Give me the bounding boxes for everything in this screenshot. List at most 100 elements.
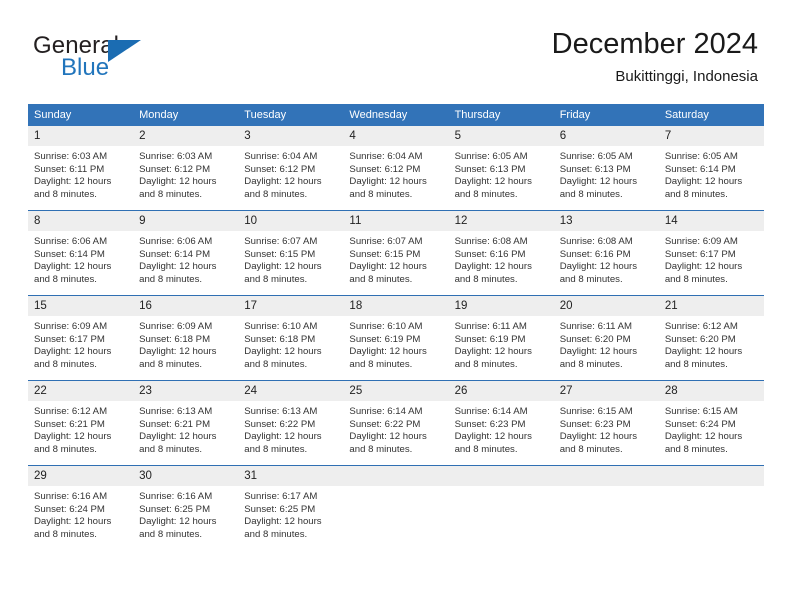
weekday-header-thursday: Thursday bbox=[448, 104, 554, 126]
sunset-text: Sunset: 6:20 PM bbox=[559, 333, 631, 345]
daylight-text-line1: Daylight: 12 hours bbox=[244, 431, 322, 443]
day-details: Sunrise: 6:09 AM Sunset: 6:17 PM Daylight:… bbox=[28, 316, 133, 371]
page-header: General Blue December 2024 Bukittinggi, … bbox=[0, 26, 792, 100]
daylight-text-line2: and 8 minutes. bbox=[34, 273, 97, 285]
day-cell[interactable]: 20 Sunrise: 6:11 AM Sunset: 6:20 PM Dayligh… bbox=[553, 295, 659, 381]
daylight-text-line1: Daylight: 12 hours bbox=[34, 431, 112, 443]
day-cell[interactable]: 23 Sunrise: 6:13 AM Sunset: 6:21 PM Dayligh… bbox=[133, 380, 239, 466]
day-cell[interactable]: 14 Sunrise: 6:09 AM Sunset: 6:17 PM Dayligh… bbox=[658, 210, 764, 296]
day-details: Sunrise: 6:10 AM Sunset: 6:18 PM Daylight:… bbox=[238, 316, 343, 371]
day-cell[interactable]: 30 Sunrise: 6:16 AM Sunset: 6:25 PM Dayligh… bbox=[133, 465, 239, 550]
day-cell[interactable]: 11 Sunrise: 6:07 AM Sunset: 6:15 PM Dayligh… bbox=[343, 210, 449, 296]
daylight-text-line1: Daylight: 12 hours bbox=[139, 261, 217, 273]
day-cell[interactable]: 29 Sunrise: 6:16 AM Sunset: 6:24 PM Dayligh… bbox=[28, 465, 134, 550]
brand-logo[interactable]: General Blue bbox=[33, 32, 223, 94]
daylight-text-line2: and 8 minutes. bbox=[139, 528, 203, 540]
sunrise-text: Sunrise: 6:05 AM bbox=[454, 151, 528, 162]
day-cell[interactable]: 9 Sunrise: 6:06 AM Sunset: 6:14 PM Daylight… bbox=[133, 210, 239, 296]
day-cell[interactable]: 1 Sunrise: 6:03 AM Sunset: 6:11 PM Daylight… bbox=[28, 126, 134, 211]
day-cell[interactable]: 10 Sunrise: 6:07 AM Sunset: 6:15 PM Dayligh… bbox=[238, 210, 344, 296]
day-details: Sunrise: 6:11 AM Sunset: 6:19 PM Daylight:… bbox=[449, 316, 554, 371]
day-number bbox=[343, 466, 449, 486]
day-cell[interactable]: 8 Sunrise: 6:06 AM Sunset: 6:14 PM Daylight… bbox=[28, 210, 134, 296]
sunset-text: Sunset: 6:19 PM bbox=[454, 333, 526, 345]
day-cell[interactable]: 25 Sunrise: 6:14 AM Sunset: 6:22 PM Dayligh… bbox=[343, 380, 449, 466]
day-number: 13 bbox=[553, 211, 659, 231]
day-details: Sunrise: 6:16 AM Sunset: 6:25 PM Daylight:… bbox=[133, 486, 238, 541]
day-cell[interactable]: 19 Sunrise: 6:11 AM Sunset: 6:19 PM Dayligh… bbox=[448, 295, 554, 381]
day-cell[interactable]: 5 Sunrise: 6:05 AM Sunset: 6:13 PM Daylight… bbox=[448, 126, 554, 211]
sunrise-text: Sunrise: 6:08 AM bbox=[454, 236, 528, 247]
day-details: Sunrise: 6:04 AM Sunset: 6:12 PM Daylight:… bbox=[238, 146, 343, 201]
sunset-text: Sunset: 6:16 PM bbox=[559, 248, 631, 260]
day-cell[interactable]: 2 Sunrise: 6:03 AM Sunset: 6:12 PM Daylight… bbox=[133, 126, 239, 211]
day-number bbox=[553, 466, 659, 486]
daylight-text-line1: Daylight: 12 hours bbox=[34, 176, 112, 188]
daylight-text-line1: Daylight: 12 hours bbox=[454, 431, 532, 443]
sunset-text: Sunset: 6:25 PM bbox=[244, 503, 316, 515]
day-details: Sunrise: 6:06 AM Sunset: 6:14 PM Daylight:… bbox=[28, 231, 133, 286]
day-details: Sunrise: 6:11 AM Sunset: 6:20 PM Daylight:… bbox=[554, 316, 659, 371]
weekday-header-wednesday: Wednesday bbox=[343, 104, 449, 126]
day-cell[interactable]: 26 Sunrise: 6:14 AM Sunset: 6:23 PM Dayligh… bbox=[448, 380, 554, 466]
day-number: 11 bbox=[343, 211, 449, 231]
day-cell[interactable]: 28 Sunrise: 6:15 AM Sunset: 6:24 PM Dayligh… bbox=[658, 380, 764, 466]
sunset-text: Sunset: 6:15 PM bbox=[349, 248, 421, 260]
day-number: 31 bbox=[238, 466, 344, 486]
day-number: 18 bbox=[343, 296, 449, 316]
day-cell[interactable]: 4 Sunrise: 6:04 AM Sunset: 6:12 PM Daylight… bbox=[343, 126, 449, 211]
day-number: 6 bbox=[553, 126, 659, 146]
day-cell[interactable]: 21 Sunrise: 6:12 AM Sunset: 6:20 PM Dayligh… bbox=[658, 295, 764, 381]
day-cell[interactable]: 16 Sunrise: 6:09 AM Sunset: 6:18 PM Dayligh… bbox=[133, 295, 239, 381]
daylight-text-line1: Daylight: 12 hours bbox=[664, 261, 743, 273]
sunset-text: Sunset: 6:22 PM bbox=[244, 418, 316, 430]
daylight-text-line2: and 8 minutes. bbox=[349, 358, 413, 370]
daylight-text-line1: Daylight: 12 hours bbox=[34, 346, 112, 358]
sunrise-text: Sunrise: 6:09 AM bbox=[34, 321, 108, 332]
sunset-text: Sunset: 6:13 PM bbox=[559, 163, 631, 175]
sunset-text: Sunset: 6:12 PM bbox=[349, 163, 421, 175]
day-cell[interactable]: 31 Sunrise: 6:17 AM Sunset: 6:25 PM Dayligh… bbox=[238, 465, 344, 550]
weekday-header-friday: Friday bbox=[553, 104, 659, 126]
daylight-text-line1: Daylight: 12 hours bbox=[454, 261, 532, 273]
daylight-text-line1: Daylight: 12 hours bbox=[559, 431, 638, 443]
sunrise-text: Sunrise: 6:12 AM bbox=[34, 406, 108, 417]
day-cell[interactable]: 3 Sunrise: 6:04 AM Sunset: 6:12 PM Daylight… bbox=[238, 126, 344, 211]
day-number: 29 bbox=[28, 466, 134, 486]
calendar-week-row: 1 Sunrise: 6:03 AM Sunset: 6:11 PM Daylight… bbox=[28, 126, 764, 211]
page-subtitle: Bukittinggi, Indonesia bbox=[615, 68, 758, 85]
brand-name-blue: Blue bbox=[61, 54, 110, 81]
daylight-text-line2: and 8 minutes. bbox=[454, 443, 518, 455]
day-cell-empty bbox=[658, 465, 764, 550]
day-cell[interactable]: 15 Sunrise: 6:09 AM Sunset: 6:17 PM Dayligh… bbox=[28, 295, 134, 381]
day-cell[interactable]: 6 Sunrise: 6:05 AM Sunset: 6:13 PM Daylight… bbox=[553, 126, 659, 211]
daylight-text-line2: and 8 minutes. bbox=[454, 273, 518, 285]
sunset-text: Sunset: 6:16 PM bbox=[454, 248, 526, 260]
day-details: Sunrise: 6:12 AM Sunset: 6:20 PM Daylight:… bbox=[659, 316, 764, 371]
day-details: Sunrise: 6:13 AM Sunset: 6:21 PM Daylight:… bbox=[133, 401, 238, 456]
day-cell[interactable]: 18 Sunrise: 6:10 AM Sunset: 6:19 PM Dayligh… bbox=[343, 295, 449, 381]
day-cell[interactable]: 13 Sunrise: 6:08 AM Sunset: 6:16 PM Dayligh… bbox=[553, 210, 659, 296]
sunrise-text: Sunrise: 6:14 AM bbox=[454, 406, 528, 417]
day-details: Sunrise: 6:05 AM Sunset: 6:14 PM Daylight:… bbox=[659, 146, 764, 201]
day-cell[interactable]: 27 Sunrise: 6:15 AM Sunset: 6:23 PM Dayligh… bbox=[553, 380, 659, 466]
day-cell[interactable]: 22 Sunrise: 6:12 AM Sunset: 6:21 PM Dayligh… bbox=[28, 380, 134, 466]
sunrise-text: Sunrise: 6:05 AM bbox=[559, 151, 633, 162]
daylight-text-line1: Daylight: 12 hours bbox=[34, 516, 112, 528]
sunrise-text: Sunrise: 6:15 AM bbox=[559, 406, 633, 417]
day-cell[interactable]: 7 Sunrise: 6:05 AM Sunset: 6:14 PM Daylight… bbox=[658, 126, 764, 211]
daylight-text-line1: Daylight: 12 hours bbox=[139, 346, 217, 358]
sunset-text: Sunset: 6:12 PM bbox=[244, 163, 316, 175]
sunset-text: Sunset: 6:18 PM bbox=[139, 333, 211, 345]
sunset-text: Sunset: 6:11 PM bbox=[34, 163, 105, 175]
sunset-text: Sunset: 6:25 PM bbox=[139, 503, 211, 515]
day-cell[interactable]: 17 Sunrise: 6:10 AM Sunset: 6:18 PM Dayligh… bbox=[238, 295, 344, 381]
daylight-text-line1: Daylight: 12 hours bbox=[139, 176, 217, 188]
sunrise-text: Sunrise: 6:03 AM bbox=[139, 151, 213, 162]
day-cell[interactable]: 24 Sunrise: 6:13 AM Sunset: 6:22 PM Dayligh… bbox=[238, 380, 344, 466]
day-number: 30 bbox=[133, 466, 239, 486]
day-details: Sunrise: 6:08 AM Sunset: 6:16 PM Daylight:… bbox=[554, 231, 659, 286]
day-details: Sunrise: 6:14 AM Sunset: 6:22 PM Daylight:… bbox=[343, 401, 448, 456]
day-number: 21 bbox=[658, 296, 764, 316]
day-cell[interactable]: 12 Sunrise: 6:08 AM Sunset: 6:16 PM Dayligh… bbox=[448, 210, 554, 296]
